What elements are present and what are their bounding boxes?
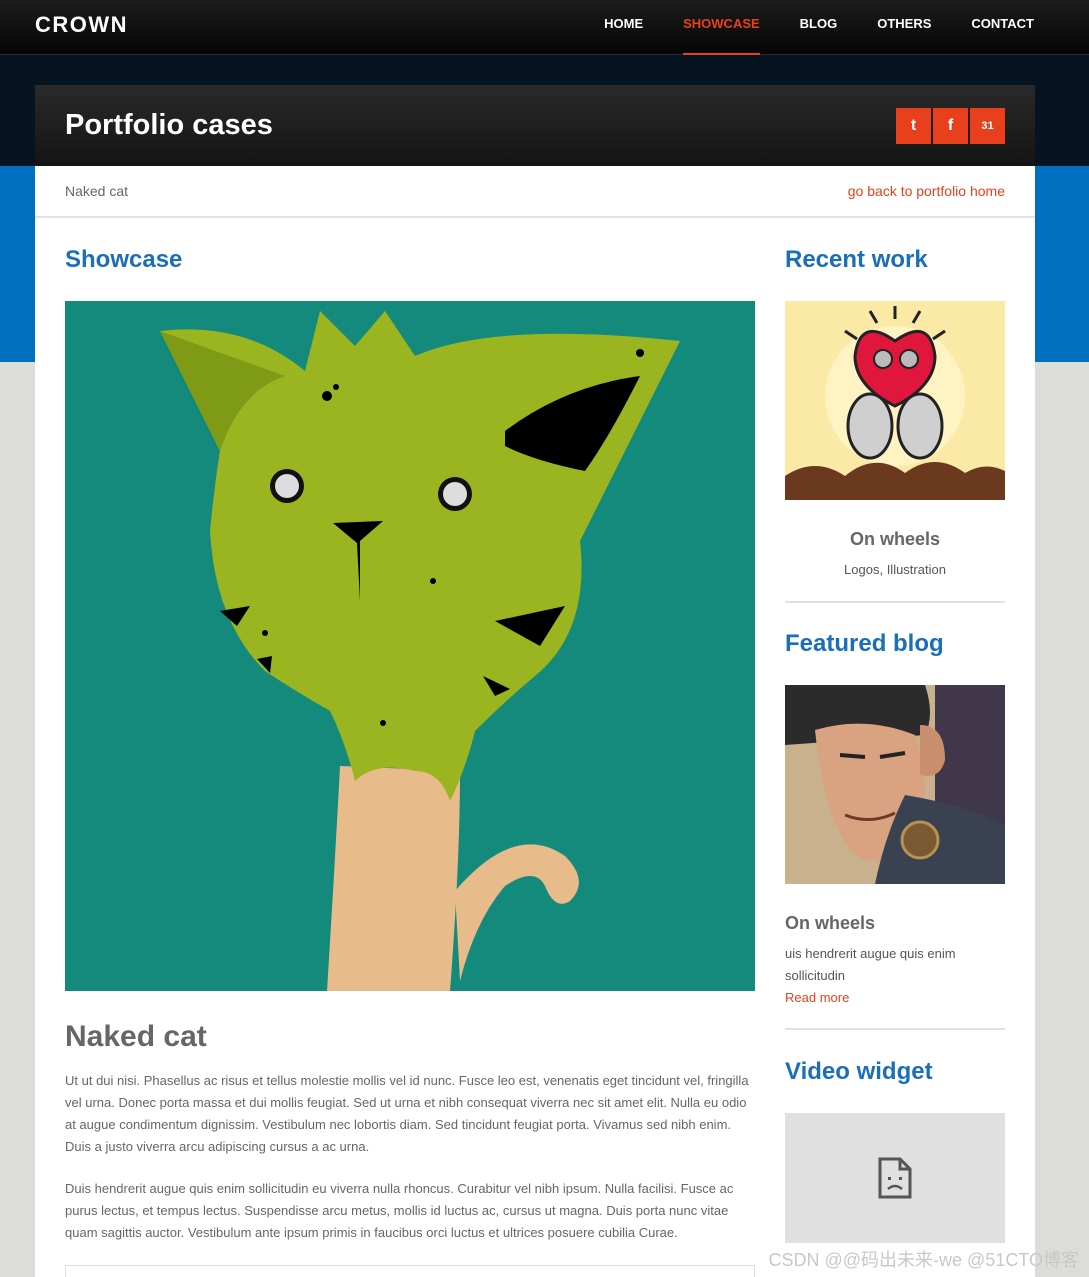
twitter-icon[interactable]: t	[896, 108, 931, 144]
sidebar-divider	[785, 601, 1005, 603]
recent-work-thumbnail[interactable]	[785, 301, 1005, 500]
page-title: Portfolio cases	[65, 109, 273, 141]
recent-work-tags: Logos, Illustration	[844, 562, 946, 577]
nav-blog[interactable]: BLOG	[800, 0, 838, 55]
recent-work-title: On wheels	[849, 529, 941, 549]
title-bar: Portfolio cases t f 31	[35, 85, 1035, 166]
featured-blog-heading: Featured blog	[785, 630, 944, 657]
nav-home[interactable]: HOME	[604, 0, 643, 55]
nav-others[interactable]: OTHERS	[877, 0, 931, 55]
back-to-portfolio-link[interactable]: go back to portfolio home	[848, 183, 1005, 199]
page-container: Portfolio cases t f 31 Naked cat go back…	[35, 85, 1035, 1277]
comment-box	[65, 1265, 755, 1277]
sidebar-divider	[785, 1028, 1005, 1030]
article-paragraph-1: Ut ut dui nisi. Phasellus ac risus et te…	[65, 1073, 749, 1154]
top-navbar: CROWN HOME SHOWCASE BLOG OTHERS CONTACT	[0, 0, 1089, 55]
nav-contact[interactable]: CONTACT	[971, 0, 1034, 55]
featured-blog-thumbnail[interactable]	[785, 685, 1005, 884]
read-more-link[interactable]: Read more	[785, 990, 849, 1005]
article-title: Naked cat	[65, 1020, 207, 1053]
calendar-icon[interactable]: 31	[970, 108, 1005, 144]
featured-blog-excerpt: uis hendrerit augue quis enim sollicitud…	[785, 946, 956, 983]
featured-blog-title[interactable]: On wheels	[785, 913, 875, 934]
main-nav: HOME SHOWCASE BLOG OTHERS CONTACT	[564, 0, 1034, 55]
article-paragraph-2: Duis hendrerit augue quis enim sollicitu…	[65, 1181, 734, 1240]
site-logo[interactable]: CROWN	[35, 12, 128, 38]
social-links: t f 31	[896, 108, 1005, 144]
showcase-image[interactable]	[65, 301, 755, 991]
showcase-heading: Showcase	[65, 246, 183, 273]
broken-plugin-icon	[878, 1157, 912, 1199]
facebook-icon[interactable]: f	[933, 108, 968, 144]
nav-showcase[interactable]: SHOWCASE	[683, 0, 760, 55]
breadcrumb-current: Naked cat	[65, 183, 129, 199]
breadcrumb: Naked cat go back to portfolio home	[35, 166, 1035, 218]
video-widget[interactable]	[785, 1113, 1005, 1243]
watermark: CSDN @@码出未来-we @51CTO博客	[768, 1250, 1079, 1270]
recent-work-heading: Recent work	[785, 246, 928, 273]
video-widget-heading: Video widget	[785, 1058, 933, 1085]
